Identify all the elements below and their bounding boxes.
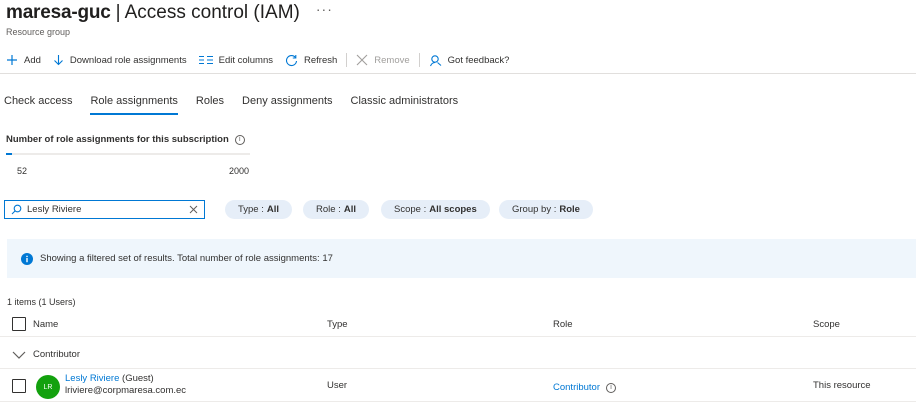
type-filter-pill[interactable]: Type : All <box>225 200 293 219</box>
command-bar: Add Download role assignments Edit colum… <box>0 49 916 71</box>
info-icon[interactable]: i <box>234 134 245 145</box>
row-checkbox[interactable] <box>12 379 26 393</box>
tab-deny-assignments[interactable]: Deny assignments <box>242 93 333 115</box>
title-separator: | <box>115 2 121 23</box>
command-separator <box>346 53 348 67</box>
chevron-down-icon[interactable] <box>12 351 26 359</box>
page-header: maresa-guc | Access control (IAM) ··· <box>6 1 333 26</box>
assignment-count-max: 2000 <box>229 166 250 176</box>
tab-check-access[interactable]: Check access <box>4 93 72 115</box>
refresh-button[interactable]: Refresh <box>279 49 343 71</box>
download-icon <box>54 55 63 66</box>
columns-icon <box>198 56 213 64</box>
page-title: Access control (IAM) <box>124 2 300 23</box>
more-options-button[interactable]: ··· <box>316 1 333 17</box>
column-header-type[interactable]: Type <box>327 319 348 330</box>
avatar: LR <box>36 375 60 399</box>
refresh-label: Refresh <box>304 54 338 66</box>
plus-icon <box>7 55 17 65</box>
clear-search-icon[interactable] <box>189 205 198 214</box>
command-separator <box>418 53 420 67</box>
search-icon <box>11 204 22 215</box>
tab-classic-administrators[interactable]: Classic administrators <box>351 93 459 115</box>
refresh-icon <box>285 54 298 66</box>
group-by-filter-value: Role <box>559 204 580 215</box>
remove-button[interactable]: Remove <box>350 49 415 71</box>
download-label: Download role assignments <box>69 54 187 66</box>
feedback-button[interactable]: Got feedback? <box>423 49 516 71</box>
assignment-count-current: 52 <box>17 166 28 176</box>
add-button[interactable]: Add <box>0 49 47 71</box>
role-filter-value: All <box>343 204 356 215</box>
assignment-count-text: Number of role assignments for this subs… <box>6 134 229 145</box>
user-name-link[interactable]: Lesly Riviere <box>65 373 119 384</box>
column-header-name[interactable]: Name <box>33 319 58 330</box>
assignment-count-label: Number of role assignments for this subs… <box>6 134 245 145</box>
items-count: 1 items (1 Users) <box>7 297 76 307</box>
role-filter-label: Role : <box>316 204 341 215</box>
column-header-scope[interactable]: Scope <box>813 319 840 330</box>
type-filter-value: All <box>266 204 280 215</box>
group-by-filter-pill[interactable]: Group by : Role <box>499 200 593 219</box>
info-filled-icon <box>21 252 33 265</box>
type-filter-label: Type : <box>238 204 264 215</box>
feedback-label: Got feedback? <box>447 54 510 66</box>
search-box[interactable] <box>4 200 205 219</box>
group-name: Contributor <box>33 349 80 360</box>
user-email: lriviere@corpmaresa.com.ec <box>65 385 187 396</box>
scope-filter-value: All scopes <box>429 204 477 215</box>
tab-roles[interactable]: Roles <box>196 93 224 115</box>
filtered-results-info-bar: Showing a filtered set of results. Total… <box>7 239 916 278</box>
command-bar-divider <box>0 73 916 74</box>
remove-label: Remove <box>374 54 410 66</box>
name-cell: Lesly Riviere (Guest) lriviere@corpmares… <box>65 373 186 397</box>
scope-cell: This resource <box>813 380 871 391</box>
resource-type-subtitle: Resource group <box>6 27 71 37</box>
close-icon <box>356 54 368 66</box>
role-filter-pill[interactable]: Role : All <box>303 200 369 219</box>
download-role-assignments-button[interactable]: Download role assignments <box>47 49 193 71</box>
tab-role-assignments[interactable]: Role assignments <box>90 93 179 115</box>
select-all-checkbox[interactable] <box>12 317 26 331</box>
tab-list: Check access Role assignments Roles Deny… <box>4 93 476 115</box>
role-info-icon[interactable]: i <box>606 382 616 393</box>
scope-filter-label: Scope : <box>394 204 427 215</box>
role-cell: Contributor i <box>553 382 616 393</box>
resource-name: maresa-guc <box>6 2 111 23</box>
info-message: Showing a filtered set of results. Total… <box>40 253 333 264</box>
group-by-filter-label: Group by : <box>512 204 557 215</box>
guest-tag: (Guest) <box>122 373 154 384</box>
scope-filter-pill[interactable]: Scope : All scopes <box>381 200 490 219</box>
assignment-count-progress-fill <box>6 153 13 155</box>
edit-columns-label: Edit columns <box>218 54 273 66</box>
role-link[interactable]: Contributor <box>553 382 600 393</box>
grid-header: Name Type Role Scope <box>0 312 916 337</box>
add-label: Add <box>24 54 41 66</box>
type-cell: User <box>327 380 348 391</box>
group-header-row[interactable]: Contributor <box>0 341 916 369</box>
search-input[interactable] <box>27 204 189 215</box>
assignment-count-progress <box>6 153 250 155</box>
feedback-icon <box>429 54 441 66</box>
column-header-role[interactable]: Role <box>553 319 573 330</box>
table-row[interactable]: LR Lesly Riviere (Guest) lriviere@corpma… <box>0 370 916 402</box>
edit-columns-button[interactable]: Edit columns <box>193 49 279 71</box>
